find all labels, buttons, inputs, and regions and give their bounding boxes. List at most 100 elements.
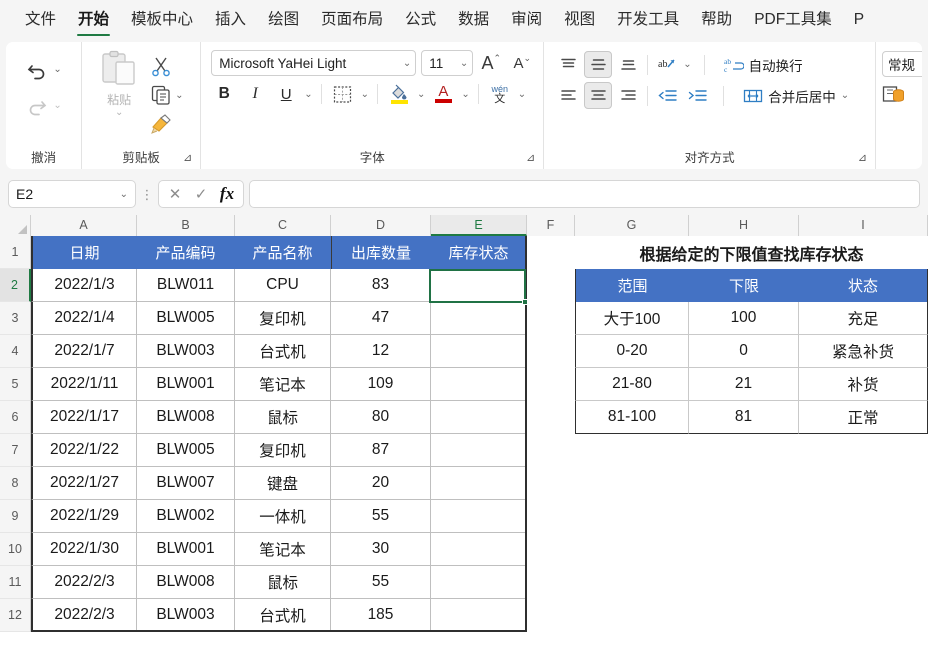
cell-B10[interactable]: BLW001 [137,533,235,566]
cell-A7[interactable]: 2022/1/22 [31,434,137,467]
cell-D3[interactable]: 47 [331,302,431,335]
row-header-11[interactable]: 11 [0,566,30,599]
cell-G8[interactable] [575,467,689,500]
cell-E3[interactable] [431,302,527,335]
cell-I4[interactable]: 紧急补货 [799,335,928,368]
cell-A5[interactable]: 2022/1/11 [31,368,137,401]
cell-I6[interactable]: 正常 [799,401,928,434]
cell-D11[interactable]: 55 [331,566,431,599]
cell-C4[interactable]: 台式机 [235,335,331,368]
font-name-combobox[interactable]: Microsoft YaHei Light ⌄ [211,50,417,76]
insert-function-icon[interactable]: fx [214,181,240,207]
formula-bar-expand-handle[interactable]: ⋮ [136,188,158,201]
column-header-f[interactable]: F [527,215,575,236]
cell-E4[interactable] [431,335,527,368]
increase-font-size-button[interactable]: A ⌃ [478,50,504,76]
cell-B4[interactable]: BLW003 [137,335,235,368]
cell-C7[interactable]: 复印机 [235,434,331,467]
cell-A10[interactable]: 2022/1/30 [31,533,137,566]
column-header-e[interactable]: E [431,215,527,236]
cell-D6[interactable]: 80 [331,401,431,434]
align-bottom-button[interactable] [614,51,642,78]
font-size-combobox[interactable]: 11 ⌄ [421,50,474,76]
accounting-format-button[interactable] [882,84,906,106]
cell-D4[interactable]: 12 [331,335,431,368]
cell-C2[interactable]: CPU [235,269,331,302]
align-right-button[interactable] [614,82,642,109]
cell-C3[interactable]: 复印机 [235,302,331,335]
underline-caret-icon[interactable]: ⌄ [304,89,312,100]
cell-C9[interactable]: 一体机 [235,500,331,533]
increase-indent-button[interactable] [683,82,711,109]
cell-G10[interactable] [575,533,689,566]
cell-E7[interactable] [431,434,527,467]
name-box[interactable]: E2 ⌄ [8,180,136,208]
cell-E5[interactable] [431,368,527,401]
menu-item-overflow[interactable]: P [843,0,875,40]
menu-item-help[interactable]: 帮助 [690,0,743,40]
menu-item-developer[interactable]: 开发工具 [606,0,690,40]
paste-dropdown-caret-icon[interactable]: ⌄ [115,108,123,118]
row-header-7[interactable]: 7 [0,434,30,467]
redo-button[interactable]: ⌄ [25,88,62,122]
cell-A8[interactable]: 2022/1/27 [31,467,137,500]
menu-item-view[interactable]: 视图 [553,0,606,40]
fill-handle[interactable] [522,299,528,305]
borders-caret-icon[interactable]: ⌄ [361,89,369,100]
cell-E8[interactable] [431,467,527,500]
cell-C8[interactable]: 键盘 [235,467,331,500]
phonetic-guide-button[interactable]: wén 文 [487,81,513,107]
cell-E9[interactable] [431,500,527,533]
font-name-caret-icon[interactable]: ⌄ [403,58,411,69]
merge-center-button[interactable]: 合并后居中 ⌄ [739,82,853,109]
cell-D12[interactable]: 185 [331,599,431,632]
cell-I9[interactable] [799,500,928,533]
cell-A4[interactable]: 2022/1/7 [31,335,137,368]
select-all-corner[interactable] [0,215,31,236]
cell-B2[interactable]: BLW011 [137,269,235,302]
menu-item-draw[interactable]: 绘图 [257,0,310,40]
fill-color-button[interactable] [386,81,412,107]
cell-F2[interactable] [527,269,575,302]
cell-C10[interactable]: 笔记本 [235,533,331,566]
cell-H10[interactable] [689,533,799,566]
cell-D7[interactable]: 87 [331,434,431,467]
row-header-1[interactable]: 1 [0,236,30,269]
align-center-button[interactable] [584,82,613,109]
undo-button[interactable]: ⌄ [25,52,62,86]
cell-H6[interactable]: 81 [689,401,799,434]
cell-I12[interactable] [799,599,928,632]
alignment-dialog-launcher[interactable]: ⊿ [856,152,869,165]
cell-F11[interactable] [527,566,575,599]
cell-F12[interactable] [527,599,575,632]
cell-C1[interactable]: 产品名称 [235,236,331,269]
menu-item-pdf-toolkit[interactable]: PDF工具集 [743,0,843,40]
cell-H11[interactable] [689,566,799,599]
underline-button[interactable]: U [273,81,299,107]
cell-A1[interactable]: 日期 [31,236,137,269]
cell-E6[interactable] [431,401,527,434]
row-header-3[interactable]: 3 [0,302,30,335]
cell-I8[interactable] [799,467,928,500]
cell-C5[interactable]: 笔记本 [235,368,331,401]
cell-E10[interactable] [431,533,527,566]
cell-G5[interactable]: 21-80 [575,368,689,401]
cell-F6[interactable] [527,401,575,434]
column-header-c[interactable]: C [235,215,331,236]
cell-D8[interactable]: 20 [331,467,431,500]
column-header-b[interactable]: B [137,215,235,236]
menu-item-template-center[interactable]: 模板中心 [120,0,204,40]
cell-G12[interactable] [575,599,689,632]
cell-H12[interactable] [689,599,799,632]
cell-A6[interactable]: 2022/1/17 [31,401,137,434]
cell-C11[interactable]: 鼠标 [235,566,331,599]
row-header-2[interactable]: 2 [0,269,31,302]
column-header-a[interactable]: A [31,215,137,236]
cell-F10[interactable] [527,533,575,566]
font-dialog-launcher[interactable]: ⊿ [524,152,537,165]
row-header-5[interactable]: 5 [0,368,30,401]
cell-B9[interactable]: BLW002 [137,500,235,533]
cell-H4[interactable]: 0 [689,335,799,368]
menu-item-review[interactable]: 审阅 [500,0,553,40]
font-color-caret-icon[interactable]: ⌄ [461,89,469,100]
